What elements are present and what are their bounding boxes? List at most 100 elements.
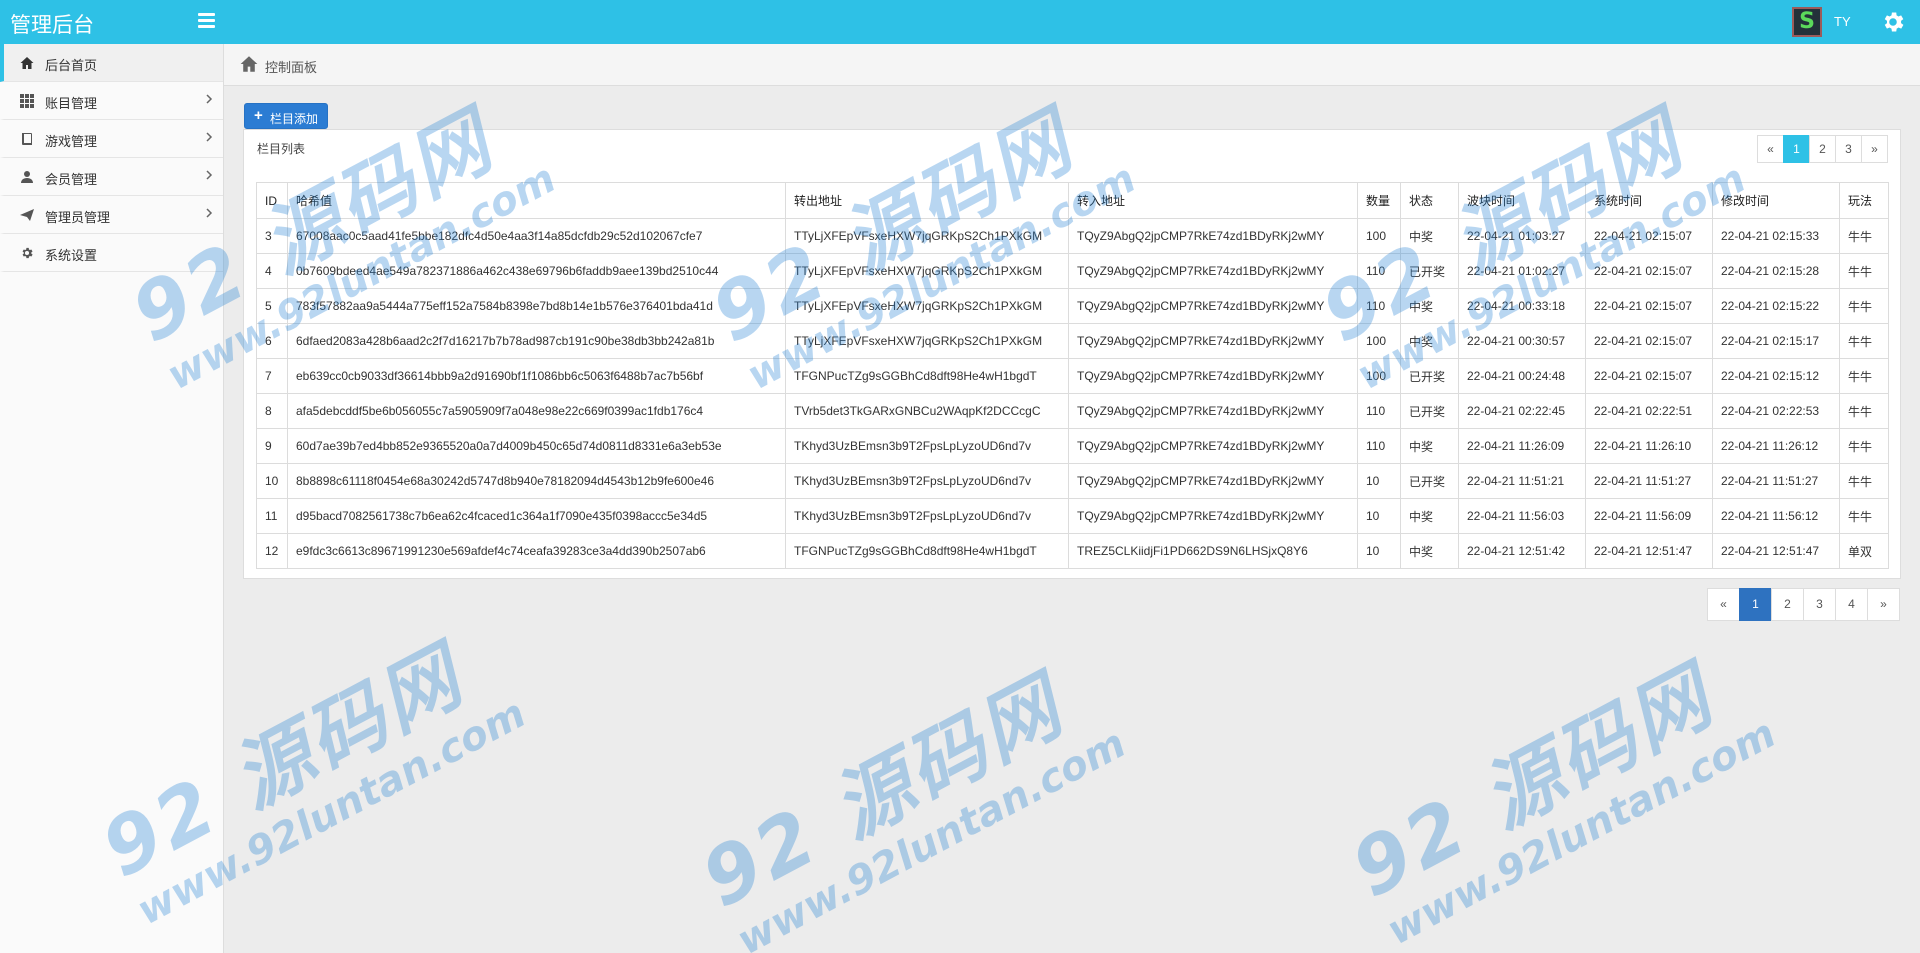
cell-system-time: 22-04-21 02:15:07 xyxy=(1585,358,1713,394)
cell-game-mode: 牛牛 xyxy=(1839,393,1889,429)
cell-modified-time: 22-04-21 02:22:53 xyxy=(1712,393,1840,429)
sidebar-item-settings[interactable]: 系统设置 xyxy=(0,234,223,272)
add-column-button[interactable]: + 栏目添加 xyxy=(244,103,328,129)
pagination-prev[interactable]: « xyxy=(1707,588,1740,621)
sidebar: 后台首页 账目管理 游戏管理 会员管理 管理员管理 系统设置 xyxy=(0,44,224,953)
home-icon[interactable] xyxy=(240,55,258,73)
sidebar-item-home[interactable]: 后台首页 xyxy=(0,44,223,82)
table-row: 5 783f57882aa9a5444a775eff152a7584b8398e7… xyxy=(256,288,1889,324)
cell-status: 已开奖 xyxy=(1400,463,1459,499)
pagination-top: « 1 2 3 » xyxy=(1757,135,1888,163)
pagination-next[interactable]: » xyxy=(1861,135,1888,163)
cell-hash: 6dfaed2083a428b6aad2c2f7d16217b7b78ad987… xyxy=(287,323,786,359)
cell-system-time: 22-04-21 02:15:07 xyxy=(1585,323,1713,359)
cell-hash: e9fdc3c6613c89671991230e569afdef4c74ceaf… xyxy=(287,533,786,569)
grid-icon xyxy=(20,94,34,108)
watermark-url: www.92luntan.com xyxy=(1379,710,1784,953)
cell-to-address: TQyZ9AbgQ2jpCMP7RkE74zd1BDyRKj2wMY xyxy=(1068,218,1358,254)
username[interactable]: TY xyxy=(1834,14,1851,29)
cell-hash: 783f57882aa9a5444a775eff152a7584b8398e7b… xyxy=(287,288,786,324)
column-header: 玩法 xyxy=(1839,182,1889,219)
panel-title: 栏目列表 xyxy=(257,142,306,156)
pagination-page[interactable]: 4 xyxy=(1835,588,1868,621)
cell-id: 10 xyxy=(256,463,288,499)
sidebar-item-accounts[interactable]: 账目管理 xyxy=(0,82,223,120)
cell-system-time: 22-04-21 12:51:47 xyxy=(1585,533,1713,569)
cell-id: 3 xyxy=(256,218,288,254)
cell-game-mode: 单双 xyxy=(1839,533,1889,569)
pagination-page[interactable]: 3 xyxy=(1835,135,1862,163)
pagination-page[interactable]: 2 xyxy=(1771,588,1804,621)
sidebar-item-games[interactable]: 游戏管理 xyxy=(0,120,223,158)
cell-block-time: 22-04-21 12:51:42 xyxy=(1458,533,1586,569)
cell-system-time: 22-04-21 11:26:10 xyxy=(1585,428,1713,464)
cell-hash: 60d7ae39b7ed4bb852e9365520a0a7d4009b450c… xyxy=(287,428,786,464)
cell-block-time: 22-04-21 00:30:57 xyxy=(1458,323,1586,359)
cell-status: 已开奖 xyxy=(1400,393,1459,429)
table-row: 11 d95bacd7082561738c7b6ea62c4fcaced1c364… xyxy=(256,498,1889,534)
cell-id: 9 xyxy=(256,428,288,464)
pagination-page[interactable]: 1 xyxy=(1783,135,1810,163)
cell-modified-time: 22-04-21 02:15:33 xyxy=(1712,218,1840,254)
cell-from-address: TTyLjXFEpVFsxeHXW7jqGRKpS2Ch1PXkGM xyxy=(785,253,1069,289)
settings-gear-icon[interactable] xyxy=(1880,9,1906,35)
table-header-row: ID 哈希值 转出地址 转入地址 数量 状态 波块时间 系统时间 修改时间 玩法 xyxy=(256,182,1889,219)
chevron-right-icon xyxy=(206,170,213,180)
column-header: 转出地址 xyxy=(785,182,1069,219)
cell-amount: 110 xyxy=(1357,428,1401,464)
cell-modified-time: 22-04-21 02:15:28 xyxy=(1712,253,1840,289)
avatar[interactable]: S xyxy=(1792,7,1822,37)
pagination-page[interactable]: 2 xyxy=(1809,135,1836,163)
cell-modified-time: 22-04-21 12:51:47 xyxy=(1712,533,1840,569)
watermark: 92 源码网 www.92luntan.com xyxy=(680,627,1133,953)
pagination-page[interactable]: 3 xyxy=(1803,588,1836,621)
pagination-prev[interactable]: « xyxy=(1757,135,1784,163)
cell-status: 中奖 xyxy=(1400,498,1459,534)
book-icon xyxy=(22,133,32,145)
sidebar-item-admins[interactable]: 管理员管理 xyxy=(0,196,223,234)
list-panel: 栏目列表 « 1 2 3 » ID 哈希值 转出地址 转入地址 数量 状态 波块… xyxy=(243,129,1901,579)
pagination-page[interactable]: 1 xyxy=(1739,588,1772,621)
cell-modified-time: 22-04-21 11:56:12 xyxy=(1712,498,1840,534)
cell-id: 6 xyxy=(256,323,288,359)
cell-id: 8 xyxy=(256,393,288,429)
gear-icon xyxy=(22,247,33,259)
pagination-next[interactable]: » xyxy=(1867,588,1900,621)
watermark: 92 源码网 www.92luntan.com xyxy=(1330,617,1783,953)
column-header: 系统时间 xyxy=(1585,182,1713,219)
cell-to-address: TQyZ9AbgQ2jpCMP7RkE74zd1BDyRKj2wMY xyxy=(1068,358,1358,394)
column-header: 状态 xyxy=(1400,182,1459,219)
cell-system-time: 22-04-21 02:15:07 xyxy=(1585,288,1713,324)
cell-from-address: TTyLjXFEpVFsxeHXW7jqGRKpS2Ch1PXkGM xyxy=(785,218,1069,254)
cell-status: 中奖 xyxy=(1400,323,1459,359)
cell-system-time: 22-04-21 11:51:27 xyxy=(1585,463,1713,499)
cell-from-address: TFGNPucTZg9sGGBhCd8dft98He4wH1bgdT xyxy=(785,533,1069,569)
cell-from-address: TTyLjXFEpVFsxeHXW7jqGRKpS2Ch1PXkGM xyxy=(785,288,1069,324)
table-row: 4 0b7609bdeed4ae549a782371886a462c438e697… xyxy=(256,253,1889,289)
cell-hash: 0b7609bdeed4ae549a782371886a462c438e6979… xyxy=(287,253,786,289)
cell-block-time: 22-04-21 01:03:27 xyxy=(1458,218,1586,254)
cell-id: 4 xyxy=(256,253,288,289)
cell-block-time: 22-04-21 11:56:03 xyxy=(1458,498,1586,534)
cell-id: 5 xyxy=(256,288,288,324)
cell-amount: 100 xyxy=(1357,323,1401,359)
cell-amount: 100 xyxy=(1357,358,1401,394)
cell-modified-time: 22-04-21 02:15:22 xyxy=(1712,288,1840,324)
watermark-logo: 92 源码网 xyxy=(688,661,1079,926)
user-icon xyxy=(21,171,33,183)
table-row: 9 60d7ae39b7ed4bb852e9365520a0a7d4009b450… xyxy=(256,428,1889,464)
cell-to-address: TQyZ9AbgQ2jpCMP7RkE74zd1BDyRKj2wMY xyxy=(1068,253,1358,289)
breadcrumb-label[interactable]: 控制面板 xyxy=(265,57,317,76)
send-icon xyxy=(20,209,34,221)
sidebar-item-label: 游戏管理 xyxy=(45,134,98,149)
cell-status: 已开奖 xyxy=(1400,358,1459,394)
sidebar-item-members[interactable]: 会员管理 xyxy=(0,158,223,196)
cell-from-address: TKhyd3UzBEmsn3b9T2FpsLpLyzoUD6nd7v xyxy=(785,498,1069,534)
column-header: 修改时间 xyxy=(1712,182,1840,219)
plus-icon: + xyxy=(254,107,263,124)
hamburger-menu-icon[interactable] xyxy=(198,13,215,28)
cell-system-time: 22-04-21 11:56:09 xyxy=(1585,498,1713,534)
sidebar-item-label: 系统设置 xyxy=(45,248,98,263)
cell-game-mode: 牛牛 xyxy=(1839,218,1889,254)
cell-to-address: TQyZ9AbgQ2jpCMP7RkE74zd1BDyRKj2wMY xyxy=(1068,288,1358,324)
